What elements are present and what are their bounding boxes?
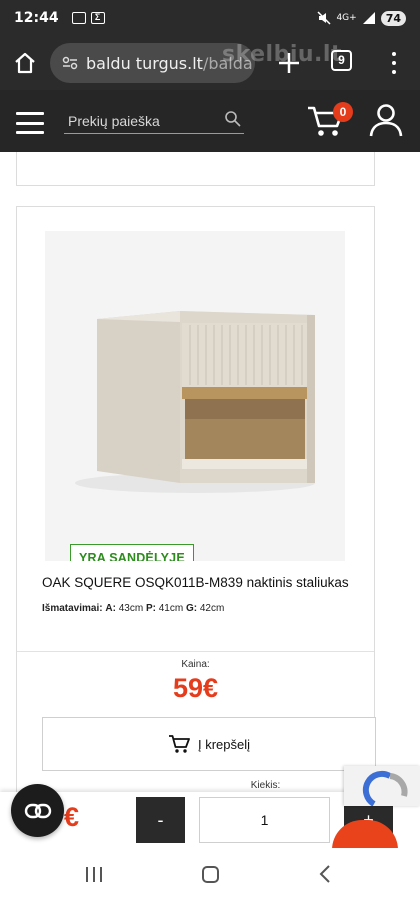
browser-menu-button[interactable]	[384, 50, 404, 76]
tabs-switcher-button[interactable]: 9	[331, 50, 352, 71]
sigma-icon: Σ	[90, 12, 105, 24]
add-to-cart-label: Į krepšelį	[197, 736, 251, 752]
address-bar[interactable]: baldu turgus.lt/balda	[50, 43, 255, 83]
search-icon[interactable]	[224, 110, 242, 128]
user-account-icon[interactable]	[368, 102, 404, 138]
system-navigation-bar	[0, 848, 420, 900]
new-tab-button[interactable]	[276, 50, 302, 76]
previous-product-card	[16, 152, 375, 186]
page: 12:44 Σ 4G+ 74 baldu turgus.lt/balda ske…	[0, 0, 420, 900]
back-icon[interactable]	[318, 864, 332, 884]
status-right-icons: 4G+ 74	[317, 10, 406, 26]
sticky-price: €	[64, 802, 80, 832]
dim-p-key: P:	[145, 603, 156, 614]
recaptcha-icon	[362, 770, 408, 806]
product-image[interactable]: YRA SANDĖLYJE	[45, 231, 345, 561]
product-dimensions: Išmatavimai: A: 43cm P: 41cm G: 42cm	[42, 603, 224, 614]
home-icon	[15, 52, 35, 74]
price-label: Kaina:	[181, 659, 210, 670]
link-icon	[24, 803, 51, 818]
recaptcha-badge[interactable]	[344, 766, 420, 806]
product-title[interactable]: OAK SQUERE OSQK011B-M839 naktinis staliu…	[42, 575, 372, 590]
add-to-cart-button[interactable]: Į krepšelį	[42, 717, 376, 771]
quantity-input[interactable]: 1	[199, 797, 330, 843]
search-placeholder: Prekių paieška	[68, 113, 160, 129]
signal-icon	[362, 12, 375, 24]
url-path: /balda	[202, 53, 253, 73]
site-settings-icon[interactable]	[62, 56, 78, 70]
floating-link-button[interactable]	[11, 784, 64, 837]
dim-a-key: A:	[105, 603, 116, 614]
cart-icon	[168, 735, 190, 753]
hamburger-menu-icon[interactable]	[16, 112, 44, 134]
dim-a-value: 43cm	[118, 603, 144, 614]
battery-icon: 74	[380, 10, 406, 26]
cart-count-badge: 0	[333, 102, 353, 122]
quantity-decrease-button[interactable]: -	[136, 797, 185, 843]
nightstand-illustration	[45, 231, 345, 561]
home-nav-icon[interactable]	[202, 866, 219, 883]
network-type: 4G+	[336, 13, 357, 23]
plus-icon	[279, 53, 299, 73]
browser-toolbar: baldu turgus.lt/balda skelbiu.lt 9	[0, 36, 420, 90]
url-host: baldu turgus.lt	[86, 53, 203, 73]
dim-g-key: G:	[185, 603, 198, 614]
site-header: Prekių paieška	[0, 90, 420, 152]
url-text: baldu turgus.lt/balda	[86, 54, 253, 73]
dim-p-value: 41cm	[158, 603, 184, 614]
screenshot-icon	[71, 12, 86, 24]
clock: 12:44	[14, 10, 59, 26]
browser-home-button[interactable]	[0, 36, 50, 90]
product-price: 59€	[172, 673, 219, 703]
recent-apps-icon[interactable]	[86, 867, 102, 882]
product-list: YRA SANDĖLYJE OAK SQUERE OSQK011B-M839 n…	[0, 152, 420, 848]
search-input[interactable]: Prekių paieška	[64, 106, 244, 134]
mute-icon	[317, 11, 331, 25]
status-bar: 12:44 Σ 4G+ 74	[0, 0, 420, 36]
product-card: YRA SANDĖLYJE OAK SQUERE OSQK011B-M839 n…	[16, 206, 376, 848]
card-divider	[17, 651, 374, 652]
dims-label: Išmatavimai:	[42, 603, 103, 614]
stock-status-badge: YRA SANDĖLYJE	[70, 544, 194, 561]
dim-g-value: 42cm	[199, 603, 225, 614]
